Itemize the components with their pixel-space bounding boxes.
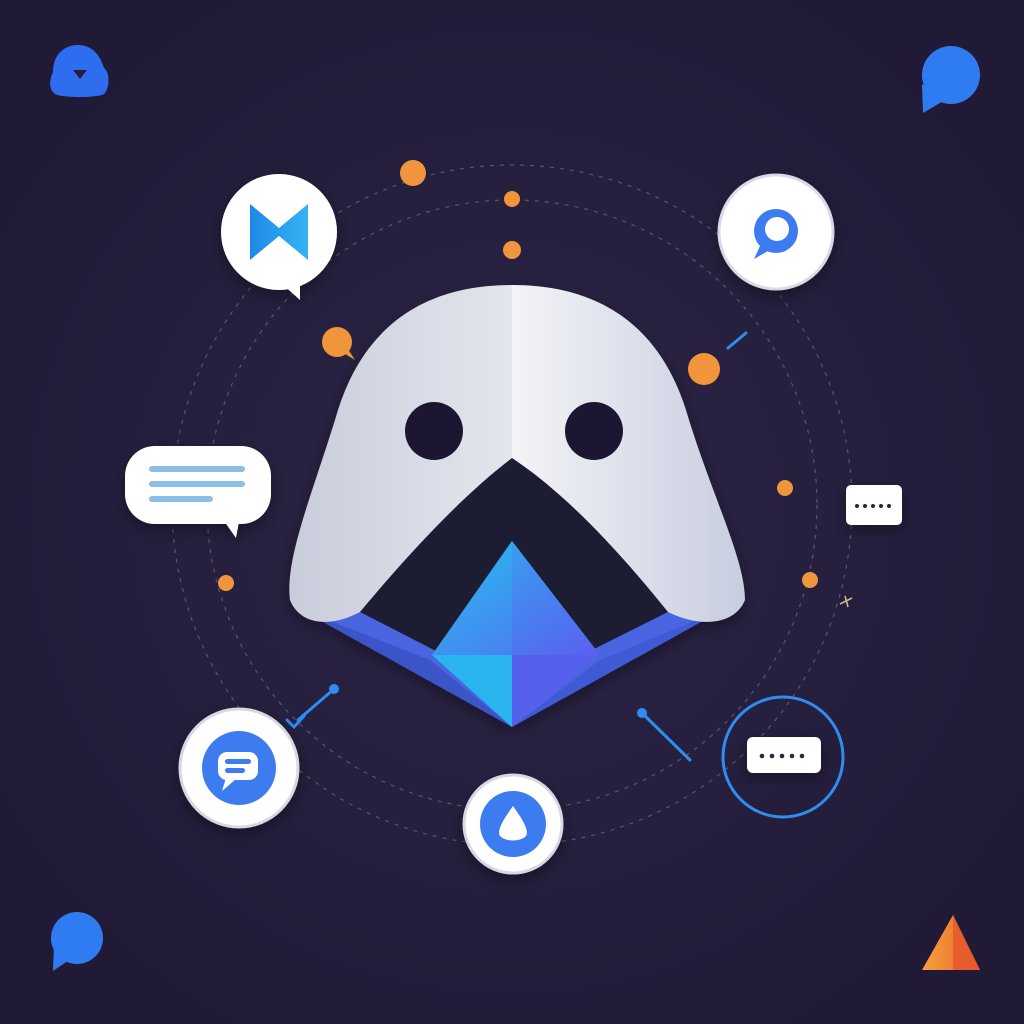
orange-dot bbox=[504, 191, 520, 207]
illustration-canvas bbox=[0, 0, 1024, 1024]
orange-dot bbox=[503, 241, 521, 259]
mascot-right-eye bbox=[565, 402, 623, 460]
mascot-left-eye bbox=[405, 402, 463, 460]
orange-dot bbox=[777, 480, 793, 496]
illustration-scene bbox=[0, 0, 1024, 1024]
orange-dot bbox=[802, 572, 818, 588]
typing-dots-badge-icon bbox=[846, 485, 902, 525]
message-circle-icon bbox=[178, 707, 300, 829]
orange-dot bbox=[400, 160, 426, 186]
orange-dot bbox=[218, 575, 234, 591]
orange-dot bbox=[688, 353, 720, 385]
search-chat-icon bbox=[717, 173, 835, 291]
droplet-circle-icon bbox=[462, 773, 564, 875]
